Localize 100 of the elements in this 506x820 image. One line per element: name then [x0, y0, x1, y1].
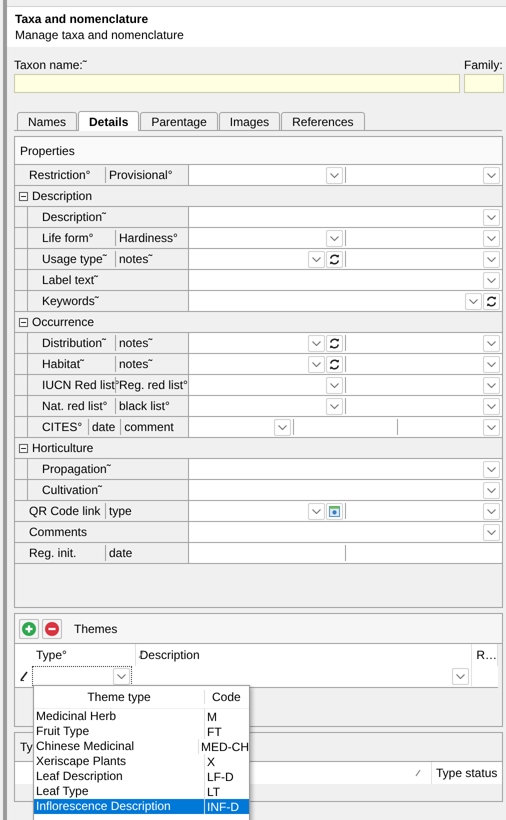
- picture-icon: [329, 506, 340, 516]
- chevron-down-icon: [487, 256, 496, 262]
- dropdown-button[interactable]: [326, 166, 343, 184]
- property-label: Usage type˜: [41, 251, 108, 267]
- refresh-icon: [329, 358, 340, 370]
- refresh-icon: [329, 338, 340, 348]
- column-header: Code: [211, 690, 241, 704]
- dropdown-button[interactable]: [308, 502, 325, 520]
- collapse-icon[interactable]: [19, 444, 28, 452]
- tab[interactable]: Names: [17, 112, 78, 130]
- dropdown-button[interactable]: [483, 230, 500, 246]
- input-field[interactable]: [464, 74, 504, 93]
- dropdown-button[interactable]: [326, 376, 343, 394]
- property-label: notes˜: [115, 335, 188, 351]
- tab[interactable]: References: [281, 112, 364, 130]
- chevron-down-icon: [312, 256, 321, 262]
- dropdown-button[interactable]: [326, 230, 343, 246]
- chevron-down-icon: [487, 278, 496, 282]
- dropdown-button[interactable]: [326, 398, 343, 414]
- combo-field[interactable]: [345, 356, 502, 372]
- dropdown-button[interactable]: [483, 398, 500, 414]
- dropdown-button[interactable]: [308, 250, 325, 268]
- combo-field[interactable]: [345, 377, 502, 393]
- property-label: Label text˜: [41, 272, 100, 288]
- collapse-icon[interactable]: [19, 318, 28, 326]
- chevron-down-icon: [312, 508, 321, 514]
- tab[interactable]: Images: [218, 112, 280, 130]
- dropdown-button[interactable]: [308, 356, 325, 372]
- property-label: date: [88, 419, 120, 435]
- dropdown-button[interactable]: [483, 250, 500, 268]
- combo-field[interactable]: [345, 503, 502, 519]
- property-label: Comments: [28, 524, 88, 540]
- list-item[interactable]: Fruit Type FT: [34, 724, 249, 739]
- list-item[interactable]: Medicinal Herb M: [34, 709, 249, 724]
- combo-field[interactable]: [345, 251, 502, 267]
- field-label: Family:: [464, 58, 504, 74]
- list-item[interactable]: Leaf Description LF-D: [34, 769, 249, 784]
- list-item[interactable]: Chinese Medicinal MED-CH: [34, 739, 249, 754]
- property-label: QR Code link: [28, 503, 102, 519]
- combo-field[interactable]: [345, 230, 502, 246]
- chevron-down-icon: [487, 466, 496, 472]
- chevron-down-icon: [487, 404, 496, 408]
- collapse-icon[interactable]: [19, 192, 28, 200]
- column-header[interactable]: Type°: [32, 644, 136, 666]
- tab[interactable]: Details: [78, 111, 140, 131]
- property-label: Reg. init.: [28, 545, 78, 561]
- section-title: Properties: [20, 144, 75, 158]
- group-label: Occurrence: [32, 315, 94, 329]
- property-label: black list°: [115, 398, 188, 414]
- add-button[interactable]: [19, 618, 39, 638]
- combo-field[interactable]: [345, 398, 502, 414]
- group-label: Horticulture: [32, 441, 94, 455]
- page-subtitle: Manage taxa and nomenclature: [15, 28, 185, 42]
- dropdown-button[interactable]: [483, 356, 500, 372]
- chevron-down-icon: [487, 382, 496, 388]
- dropdown-button[interactable]: [308, 334, 325, 352]
- dropdown-button[interactable]: [483, 482, 500, 498]
- image-button[interactable]: [326, 502, 343, 520]
- list-item[interactable]: Xeriscape Plants X: [34, 754, 249, 769]
- dropdown-button[interactable]: [483, 524, 500, 540]
- chevron-down-icon: [487, 508, 496, 514]
- refresh-button[interactable]: [483, 292, 500, 310]
- dropdown-button[interactable]: [483, 502, 500, 520]
- dropdown-button[interactable]: [465, 292, 482, 310]
- property-label: date: [105, 545, 188, 561]
- chevron-down-icon: [330, 172, 339, 178]
- input-field[interactable]: [14, 74, 460, 93]
- dropdown-button[interactable]: [483, 376, 500, 394]
- property-label: Restriction°: [28, 167, 92, 183]
- column-header[interactable]: R…: [472, 644, 498, 666]
- dropdown-button[interactable]: [274, 418, 291, 436]
- remove-button[interactable]: [42, 618, 62, 638]
- field-label: Taxon name:˜: [14, 58, 88, 74]
- dropdown-button[interactable]: [483, 208, 500, 226]
- dropdown-button[interactable]: [113, 668, 130, 684]
- refresh-button[interactable]: [326, 250, 343, 268]
- property-label: notes˜: [115, 251, 188, 267]
- chevron-down-icon: [487, 424, 496, 430]
- chevron-down-icon: [312, 340, 321, 346]
- refresh-button[interactable]: [326, 356, 343, 372]
- tab[interactable]: Parentage: [140, 112, 218, 130]
- dropdown-button[interactable]: [483, 272, 500, 288]
- dropdown-button[interactable]: [452, 668, 469, 684]
- list-item[interactable]: Inflorescence Description INF-D: [34, 799, 249, 814]
- minus-icon: [45, 622, 59, 636]
- dropdown-button[interactable]: [483, 166, 500, 184]
- refresh-button[interactable]: [326, 334, 343, 352]
- chevron-down-icon: [487, 172, 496, 178]
- dropdown-button[interactable]: [483, 460, 500, 478]
- chevron-down-icon: [456, 674, 465, 678]
- combo-field[interactable]: [345, 167, 502, 183]
- column-header[interactable]: Type status: [431, 762, 498, 784]
- dropdown-button[interactable]: [483, 334, 500, 352]
- column-header[interactable]: Description: [136, 644, 472, 666]
- chevron-down-icon: [330, 236, 339, 240]
- combo-field[interactable]: [397, 419, 502, 435]
- combo-field[interactable]: [345, 335, 502, 351]
- dropdown-button[interactable]: [483, 418, 500, 436]
- chevron-down-icon: [117, 674, 126, 678]
- property-label: Propagation˜: [41, 461, 112, 477]
